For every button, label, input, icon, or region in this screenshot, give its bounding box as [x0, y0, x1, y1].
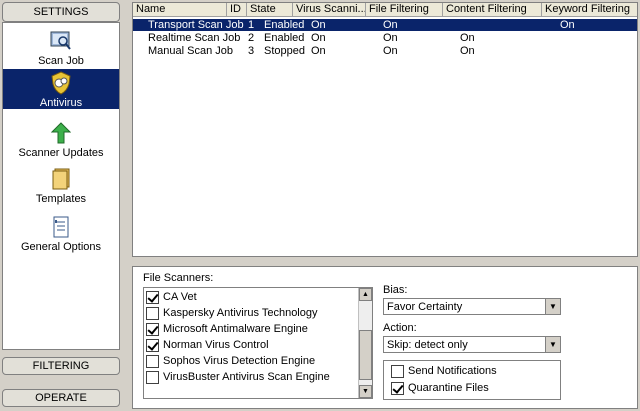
- column-header-name[interactable]: Name: [133, 3, 227, 17]
- table-row[interactable]: Transport Scan Job 1 Enabled On On On: [133, 19, 637, 31]
- cell-content: [457, 19, 460, 31]
- sidebar-item-label: General Options: [20, 241, 102, 253]
- scroll-down-icon[interactable]: ▼: [359, 385, 372, 398]
- list-item[interactable]: VirusBuster Antivirus Scan Engine: [146, 369, 330, 385]
- scanner-label: Microsoft Antimalware Engine: [163, 323, 308, 335]
- quarantine-files-checkbox[interactable]: [391, 381, 404, 395]
- action-value: Skip: detect only: [387, 339, 468, 351]
- cell-content: On: [460, 45, 475, 57]
- settings-panel: Scan Job Antivirus Scanner Updates Templ…: [2, 22, 120, 350]
- column-header-id[interactable]: ID: [227, 3, 247, 17]
- antivirus-shield-icon: [46, 69, 76, 96]
- cell-state: Enabled: [264, 19, 305, 31]
- list-item[interactable]: Kaspersky Antivirus Technology: [146, 305, 318, 321]
- sidebar-item-scan-job[interactable]: Scan Job: [3, 27, 119, 67]
- operate-header-label: OPERATE: [35, 392, 87, 404]
- column-header-file-filtering[interactable]: File Filtering: [366, 3, 443, 17]
- scanner-label: Norman Virus Control: [163, 339, 269, 351]
- list-scrollbar[interactable]: ▲ ▼: [358, 288, 372, 398]
- sidebar-item-scanner-updates[interactable]: Scanner Updates: [3, 119, 119, 159]
- cell-virus: On: [311, 32, 326, 44]
- send-notifications-option[interactable]: Send Notifications: [391, 363, 497, 379]
- scanner-checkbox[interactable]: [146, 338, 159, 352]
- up-arrow-icon: [46, 119, 76, 146]
- table-header: Name ID State Virus Scanni... File Filte…: [133, 3, 637, 17]
- settings-header-label: SETTINGS: [33, 6, 89, 18]
- action-dropdown[interactable]: Skip: detect only ▼: [383, 336, 561, 353]
- scan-jobs-table: Name ID State Virus Scanni... File Filte…: [132, 2, 638, 257]
- bias-dropdown[interactable]: Favor Certainty ▼: [383, 298, 561, 315]
- scroll-thumb[interactable]: [359, 330, 372, 380]
- scanner-label: Sophos Virus Detection Engine: [163, 355, 316, 367]
- cell-state: Stopped: [264, 45, 305, 57]
- main-area: Name ID State Virus Scanni... File Filte…: [129, 0, 640, 411]
- antivirus-settings-panel: File Scanners: CA Vet Kaspersky Antiviru…: [132, 266, 638, 409]
- scanner-label: Kaspersky Antivirus Technology: [163, 307, 318, 319]
- cell-keyword: [557, 45, 560, 57]
- bias-label: Bias:: [383, 284, 408, 296]
- column-header-content-filtering[interactable]: Content Filtering: [443, 3, 542, 17]
- scan-job-icon: [46, 27, 76, 54]
- sidebar-item-antivirus[interactable]: Antivirus: [3, 69, 119, 109]
- scanner-label: VirusBuster Antivirus Scan Engine: [163, 371, 330, 383]
- table-row[interactable]: Realtime Scan Job 2 Enabled On On On: [133, 32, 637, 44]
- settings-header-button[interactable]: SETTINGS: [2, 2, 120, 22]
- cell-name: Transport Scan Job: [148, 19, 244, 31]
- operate-header-button[interactable]: OPERATE: [2, 389, 120, 407]
- filtering-header-button[interactable]: FILTERING: [2, 357, 120, 375]
- cell-id: 3: [248, 45, 255, 57]
- list-item[interactable]: Microsoft Antimalware Engine: [146, 321, 308, 337]
- column-header-state[interactable]: State: [247, 3, 293, 17]
- templates-icon: [46, 165, 76, 192]
- cell-name: Manual Scan Job: [148, 45, 233, 57]
- cell-file: On: [383, 45, 398, 57]
- chevron-down-icon[interactable]: ▼: [545, 299, 560, 314]
- options-box: Send Notifications Quarantine Files: [383, 360, 561, 400]
- cell-content: On: [460, 32, 475, 44]
- cell-file: On: [383, 19, 398, 31]
- list-item[interactable]: Norman Virus Control: [146, 337, 269, 353]
- scanner-checkbox[interactable]: [146, 322, 159, 336]
- column-header-virus-scanning[interactable]: Virus Scanni...: [293, 3, 366, 17]
- list-item[interactable]: Sophos Virus Detection Engine: [146, 353, 315, 369]
- scanner-label: CA Vet: [163, 291, 197, 303]
- scanner-checkbox[interactable]: [146, 370, 159, 384]
- cell-id: 2: [248, 32, 255, 44]
- column-header-keyword-filtering[interactable]: Keyword Filtering: [542, 3, 639, 17]
- sidebar-item-label: Scanner Updates: [18, 147, 104, 159]
- list-item[interactable]: CA Vet: [146, 289, 197, 305]
- sidebar-item-label: Scan Job: [38, 55, 84, 67]
- send-notifications-label: Send Notifications: [408, 365, 497, 377]
- cell-id: 1: [248, 19, 255, 31]
- file-scanners-list[interactable]: CA Vet Kaspersky Antivirus Technology Mi…: [143, 287, 373, 399]
- sidebar-item-general-options[interactable]: General Options: [3, 213, 119, 253]
- cell-virus: On: [311, 19, 326, 31]
- scanner-checkbox[interactable]: [146, 290, 159, 304]
- sidebar-item-label: Templates: [35, 193, 87, 205]
- filtering-header-label: FILTERING: [32, 360, 90, 372]
- sidebar-item-label: Antivirus: [39, 97, 83, 109]
- table-row[interactable]: Manual Scan Job 3 Stopped On On On: [133, 45, 637, 57]
- file-scanners-label: File Scanners:: [143, 272, 214, 284]
- bias-value: Favor Certainty: [387, 301, 463, 313]
- options-document-icon: [46, 213, 76, 240]
- quarantine-files-label: Quarantine Files: [408, 382, 489, 394]
- sidebar-item-templates[interactable]: Templates: [3, 165, 119, 205]
- scanner-checkbox[interactable]: [146, 306, 159, 320]
- action-label: Action:: [383, 322, 417, 334]
- chevron-down-icon[interactable]: ▼: [545, 337, 560, 352]
- cell-keyword: [557, 32, 560, 44]
- scroll-up-icon[interactable]: ▲: [359, 288, 372, 301]
- send-notifications-checkbox[interactable]: [391, 364, 404, 378]
- cell-keyword: On: [560, 19, 575, 31]
- cell-file: On: [383, 32, 398, 44]
- sidebar: SETTINGS Scan Job Antivirus Scanner Upda…: [0, 0, 127, 411]
- cell-state: Enabled: [264, 32, 305, 44]
- cell-name: Realtime Scan Job: [148, 32, 241, 44]
- quarantine-files-option[interactable]: Quarantine Files: [391, 380, 489, 396]
- scanner-checkbox[interactable]: [146, 354, 159, 368]
- cell-virus: On: [311, 45, 326, 57]
